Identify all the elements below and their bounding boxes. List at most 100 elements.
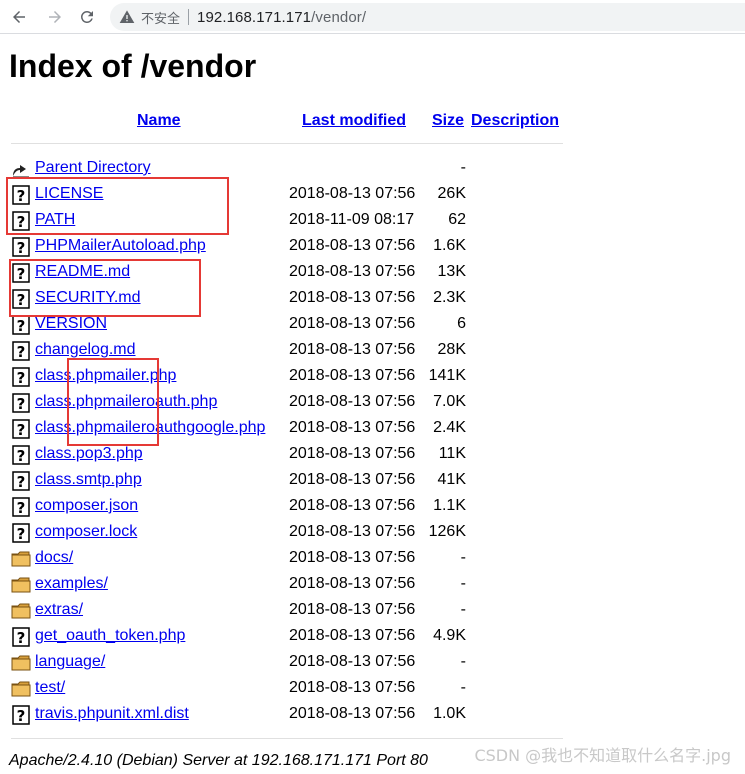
page-title: Index of /vendor bbox=[9, 48, 257, 84]
file-link[interactable]: class.smtp.php bbox=[35, 471, 142, 489]
file-link[interactable]: changelog.md bbox=[35, 341, 136, 359]
file-link[interactable]: examples/ bbox=[35, 575, 108, 593]
file-link[interactable]: docs/ bbox=[35, 549, 73, 567]
folder-icon bbox=[11, 603, 31, 619]
list-item: examples/2018-08-13 07:56 - bbox=[0, 572, 600, 598]
unknown-file-icon: ? bbox=[12, 263, 30, 283]
file-link[interactable]: class.phpmailer.php bbox=[35, 367, 176, 385]
last-modified: 2018-08-13 07:56 bbox=[289, 185, 416, 202]
list-item: ? LICENSE 2018-08-13 07:56 26K bbox=[0, 182, 600, 208]
unknown-file-icon: ? bbox=[12, 289, 30, 309]
watermark: CSDN @我也不知道取什么名字.jpg bbox=[474, 746, 731, 765]
file-link[interactable]: language/ bbox=[35, 653, 105, 671]
reload-icon bbox=[80, 10, 93, 23]
file-link[interactable]: class.phpmaileroauth.php bbox=[35, 393, 217, 411]
list-item: language/2018-08-13 07:56 - bbox=[0, 650, 600, 676]
back-button[interactable] bbox=[8, 6, 30, 28]
last-modified: 2018-08-13 07:56 bbox=[289, 705, 416, 722]
url-text[interactable]: 192.168.171.171/vendor/ bbox=[197, 9, 366, 26]
list-item: ? class.phpmaileroauth.php 2018-08-13 07:5… bbox=[0, 390, 600, 416]
unknown-file-icon: ? bbox=[12, 523, 30, 543]
file-link[interactable]: extras/ bbox=[35, 601, 83, 619]
last-modified: 2018-08-13 07:56 bbox=[289, 549, 416, 566]
last-modified: 2018-08-13 07:56 bbox=[289, 679, 416, 696]
svg-text:?: ? bbox=[17, 343, 26, 361]
list-item: extras/2018-08-13 07:56 - bbox=[0, 598, 600, 624]
file-size: - bbox=[460, 575, 466, 592]
file-size: 2.3K bbox=[433, 289, 466, 306]
unknown-file-icon: ? bbox=[12, 237, 30, 257]
file-size: 141K bbox=[428, 367, 466, 384]
last-modified: 2018-08-13 07:56 bbox=[289, 653, 416, 670]
last-modified: 2018-08-13 07:56 bbox=[289, 237, 416, 254]
folder-icon bbox=[11, 655, 31, 671]
file-size: 62 bbox=[448, 211, 466, 228]
list-item: ? changelog.md 2018-08-13 07:56 28K bbox=[0, 338, 600, 364]
last-modified: 2018-08-13 07:56 bbox=[289, 315, 416, 332]
forward-button[interactable] bbox=[44, 6, 66, 28]
list-item: ? PHPMailerAutoload.php 2018-08-13 07:56 1.… bbox=[0, 234, 600, 260]
folder-icon bbox=[11, 551, 31, 567]
file-size: - bbox=[460, 679, 466, 696]
list-item: ? class.pop3.php 2018-08-13 07:56 11K bbox=[0, 442, 600, 468]
svg-text:?: ? bbox=[17, 421, 26, 439]
last-modified: 2018-08-13 07:56 bbox=[289, 419, 416, 436]
footer-rule bbox=[11, 738, 563, 739]
warning-icon[interactable] bbox=[119, 9, 135, 25]
column-header-last-modified[interactable]: Last modified bbox=[302, 112, 406, 130]
unknown-file-icon: ? bbox=[12, 471, 30, 491]
file-link[interactable]: composer.json bbox=[35, 497, 138, 515]
file-size: 1.1K bbox=[433, 497, 466, 514]
column-header-description[interactable]: Description bbox=[471, 112, 559, 130]
last-modified: 2018-08-13 07:56 bbox=[289, 627, 416, 644]
last-modified: 2018-08-13 07:56 bbox=[289, 601, 416, 618]
last-modified: 2018-08-13 07:56 bbox=[289, 471, 416, 488]
file-size: 28K bbox=[437, 341, 466, 358]
header-rule bbox=[11, 143, 563, 144]
svg-text:?: ? bbox=[17, 395, 26, 413]
file-link[interactable]: LICENSE bbox=[35, 185, 103, 203]
parent-directory-row: Parent Directory - bbox=[0, 156, 600, 182]
arrow-right-icon bbox=[49, 11, 61, 23]
list-item: ? README.md 2018-08-13 07:56 13K bbox=[0, 260, 600, 286]
list-item: ? class.phpmaileroauthgoogle.php 2018-08-1… bbox=[0, 416, 600, 442]
column-header-name[interactable]: Name bbox=[137, 112, 181, 130]
unknown-file-icon: ? bbox=[12, 705, 30, 725]
folder-icon bbox=[11, 577, 31, 593]
file-link[interactable]: PHPMailerAutoload.php bbox=[35, 237, 206, 255]
list-item: ? composer.lock 2018-08-13 07:56 126K bbox=[0, 520, 600, 546]
file-link[interactable]: class.pop3.php bbox=[35, 445, 143, 463]
file-size: 1.0K bbox=[433, 705, 466, 722]
file-link[interactable]: composer.lock bbox=[35, 523, 137, 541]
svg-text:?: ? bbox=[17, 473, 26, 491]
parent-directory-link[interactable]: Parent Directory bbox=[35, 159, 151, 177]
unknown-file-icon: ? bbox=[12, 445, 30, 465]
address-bar[interactable]: 不安全 192.168.171.171/vendor/ bbox=[110, 3, 745, 31]
list-item: ? travis.phpunit.xml.dist 2018-08-13 07:56… bbox=[0, 702, 600, 728]
file-link[interactable]: travis.phpunit.xml.dist bbox=[35, 705, 189, 723]
unknown-file-icon: ? bbox=[12, 367, 30, 387]
file-link[interactable]: PATH bbox=[35, 211, 75, 229]
reload-button[interactable] bbox=[76, 6, 98, 28]
file-link[interactable]: VERSION bbox=[35, 315, 107, 333]
unknown-file-icon: ? bbox=[12, 185, 30, 205]
list-item: ? class.smtp.php 2018-08-13 07:56 41K bbox=[0, 468, 600, 494]
svg-text:?: ? bbox=[17, 447, 26, 465]
unknown-file-icon: ? bbox=[12, 419, 30, 439]
list-item: ? get_oauth_token.php 2018-08-13 07:56 4.9K bbox=[0, 624, 600, 650]
svg-text:?: ? bbox=[17, 499, 26, 517]
svg-text:?: ? bbox=[17, 291, 26, 309]
file-size: 2.4K bbox=[433, 419, 466, 436]
svg-text:?: ? bbox=[17, 265, 26, 283]
last-modified: 2018-08-13 07:56 bbox=[289, 367, 416, 384]
svg-text:?: ? bbox=[17, 239, 26, 257]
insecure-label[interactable]: 不安全 bbox=[141, 8, 180, 27]
file-link[interactable]: README.md bbox=[35, 263, 130, 281]
file-size: 6 bbox=[457, 315, 466, 332]
file-size: 11K bbox=[438, 445, 466, 462]
file-link[interactable]: class.phpmaileroauthgoogle.php bbox=[35, 419, 265, 437]
file-link[interactable]: SECURITY.md bbox=[35, 289, 141, 307]
file-link[interactable]: get_oauth_token.php bbox=[35, 627, 185, 645]
column-header-size[interactable]: Size bbox=[432, 112, 464, 130]
file-link[interactable]: test/ bbox=[35, 679, 65, 697]
